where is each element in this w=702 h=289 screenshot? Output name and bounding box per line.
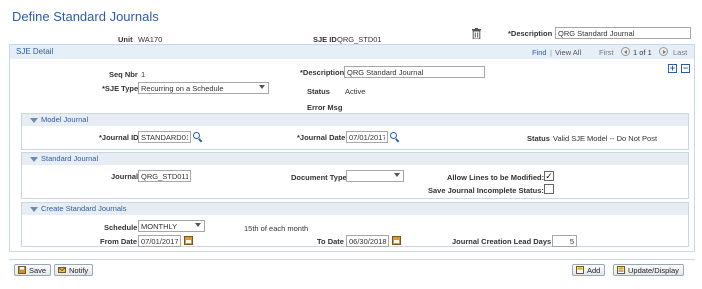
schedule-description: 15th of each month	[244, 224, 309, 233]
separator: |	[550, 48, 552, 57]
description-label: *Description	[508, 29, 553, 38]
lookup-icon[interactable]	[390, 132, 399, 141]
model-journal-title[interactable]: Model Journal	[30, 115, 88, 124]
allow-lines-label: Allow Lines to be Modified:	[447, 173, 545, 182]
schedule-select[interactable]: MONTHLY	[138, 220, 205, 232]
journal-id-label: *Journal ID	[99, 133, 139, 142]
document-type-select[interactable]	[346, 170, 404, 182]
first-label[interactable]: First	[599, 48, 614, 57]
error-msg-label: Error Msg	[307, 103, 343, 112]
from-date-field[interactable]	[138, 235, 181, 247]
sje-type-value: Recurring on a Schedule	[141, 84, 224, 93]
update-display-button[interactable]: Update/Display	[613, 264, 684, 276]
standard-journal-header[interactable]	[22, 153, 688, 165]
chevron-down-icon	[259, 85, 265, 89]
collapse-icon	[30, 206, 38, 212]
status-label: Status	[307, 87, 330, 96]
view-all-link[interactable]: View All	[555, 48, 581, 57]
calendar-icon[interactable]	[392, 236, 401, 245]
sje-id-value: QRG_STD01	[337, 35, 382, 44]
to-date-label: To Date	[317, 237, 344, 246]
save-button[interactable]: Save	[14, 264, 52, 276]
page-of-label: 1 of 1	[633, 48, 652, 57]
sje-description-label: *Description	[300, 68, 345, 77]
lead-days-field[interactable]	[552, 235, 577, 247]
page-title: Define Standard Journals	[12, 9, 159, 24]
add-icon	[576, 266, 584, 274]
notify-button[interactable]: Notify	[54, 264, 94, 276]
sje-id-label: SJE ID	[313, 35, 337, 44]
sje-detail-title: SJE Detail	[16, 47, 54, 56]
model-status-label: Status	[527, 134, 550, 143]
add-button[interactable]: Add	[572, 264, 606, 276]
journal-date-field[interactable]	[346, 131, 388, 143]
next-icon[interactable]	[659, 47, 668, 56]
sje-type-select[interactable]: Recurring on a Schedule	[138, 82, 269, 94]
allow-lines-checkbox[interactable]: ✓	[544, 171, 554, 181]
trash-icon[interactable]	[472, 28, 481, 40]
save-incomplete-checkbox[interactable]	[544, 184, 554, 194]
to-date-field[interactable]	[346, 235, 389, 247]
collapse-icon	[30, 156, 38, 162]
model-journal-header[interactable]	[22, 114, 688, 126]
save-incomplete-label: Save Journal Incomplete Status:	[428, 186, 544, 195]
model-status-value: Valid SJE Model -- Do Not Post	[553, 134, 658, 143]
status-value: Active	[345, 87, 366, 96]
save-icon	[18, 266, 26, 274]
lead-days-label: Journal Creation Lead Days	[452, 237, 552, 246]
journal-field[interactable]	[138, 170, 191, 182]
chevron-down-icon	[195, 223, 201, 227]
journal-date-label: *Journal Date	[297, 133, 346, 142]
chevron-down-icon	[394, 173, 400, 177]
description-field[interactable]	[555, 27, 691, 39]
seq-nbr-value: 1	[141, 70, 146, 79]
notify-icon	[58, 266, 66, 274]
from-date-label: From Date	[100, 237, 138, 246]
add-row-icon[interactable]: +	[668, 64, 677, 73]
document-type-label: Document Type	[291, 173, 347, 182]
seq-nbr-label: Seq Nbr	[109, 70, 138, 79]
create-standard-title[interactable]: Create Standard Journals	[30, 204, 126, 213]
calendar-icon[interactable]	[184, 236, 193, 245]
sje-detail-header	[10, 45, 694, 59]
last-label[interactable]: Last	[673, 48, 687, 57]
sje-description-field[interactable]	[344, 66, 485, 78]
journal-id-field[interactable]	[138, 131, 191, 143]
standard-journal-title[interactable]: Standard Journal	[30, 154, 98, 163]
collapse-icon	[30, 117, 38, 123]
footer-divider	[9, 259, 695, 260]
journal-label: Journal	[111, 172, 139, 181]
unit-value: WA170	[138, 35, 163, 44]
update-display-icon	[617, 266, 625, 274]
previous-icon[interactable]	[621, 47, 630, 56]
lookup-icon[interactable]	[193, 132, 202, 141]
delete-row-icon[interactable]: −	[681, 64, 690, 73]
unit-label: Unit	[118, 35, 133, 44]
schedule-label: Schedule	[104, 223, 138, 232]
sje-type-label: *SJE Type	[102, 84, 139, 93]
find-link[interactable]: Find	[532, 48, 547, 57]
